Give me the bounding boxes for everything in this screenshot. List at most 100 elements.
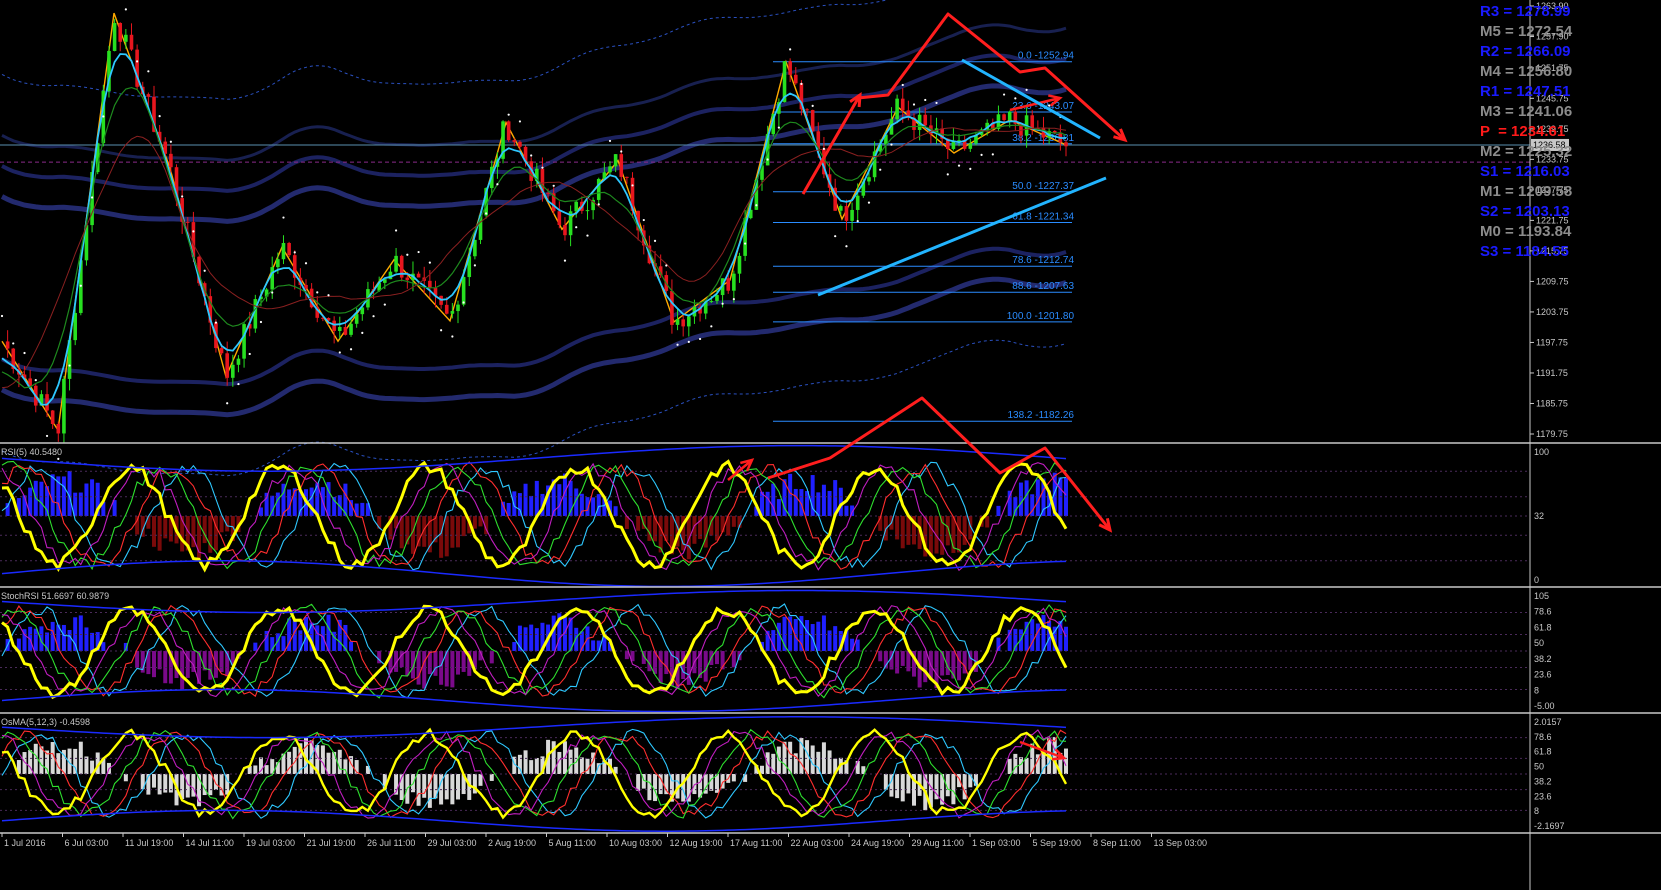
histogram-bar	[591, 497, 596, 516]
histogram-bar	[78, 492, 83, 516]
histogram-bar	[360, 502, 365, 516]
candle-body	[118, 22, 123, 42]
histogram-bar	[39, 746, 44, 774]
histogram-bar	[450, 651, 455, 688]
sar-dot	[271, 291, 274, 294]
time-tick-label: 13 Sep 03:00	[1154, 838, 1208, 848]
pivot-equals-sign: =	[1500, 23, 1518, 40]
sar-dot	[124, 8, 127, 11]
histogram-bar	[568, 749, 573, 774]
sar-dot	[0, 314, 4, 318]
histogram-bar	[1018, 482, 1023, 516]
sar-dot	[631, 184, 634, 187]
sar-dot	[957, 164, 961, 167]
histogram-bar	[664, 651, 669, 675]
sar-dot	[507, 113, 510, 116]
pivot-level-value: 1184.55	[1515, 243, 1569, 260]
histogram-bar	[731, 774, 736, 782]
time-tick-label: 26 Jul 11:00	[367, 838, 415, 848]
histogram-bar	[433, 651, 438, 676]
indicator-tick-label: 32	[1534, 511, 1544, 521]
histogram-bar	[636, 516, 641, 531]
sar-dot	[1002, 93, 1006, 96]
sar-dot	[845, 245, 848, 248]
histogram-bar	[900, 516, 905, 549]
histogram-bar	[320, 745, 325, 774]
histogram-bar	[653, 774, 658, 802]
histogram-bar	[157, 516, 162, 551]
candle-body	[867, 177, 871, 182]
histogram-bar	[636, 774, 641, 791]
candle-body	[687, 316, 691, 327]
histogram-bar	[821, 615, 826, 651]
pivot-level-value: 1278.99	[1516, 3, 1571, 20]
indicator-tick-label: 50	[1534, 762, 1544, 772]
sar-dot	[90, 196, 94, 199]
time-tick-label: 2 Aug 19:00	[488, 838, 536, 848]
candle-body	[337, 327, 342, 331]
candle-body	[619, 154, 624, 177]
histogram-bar	[78, 741, 83, 774]
sar-dot	[462, 301, 465, 304]
candle-body	[805, 109, 809, 111]
sar-dot	[744, 242, 747, 245]
sar-dot	[473, 264, 476, 267]
candle-body	[124, 34, 128, 42]
indicator-title: StochRSI 51.6697 60.9879	[1, 591, 109, 601]
sar-dot	[417, 250, 420, 254]
histogram-bar	[855, 639, 860, 651]
candle-body	[1002, 114, 1006, 120]
sar-dot	[755, 204, 758, 207]
candle-body	[675, 319, 680, 325]
candle-body	[1064, 142, 1068, 147]
histogram-bar	[743, 774, 748, 782]
histogram-bar	[456, 651, 460, 675]
time-tick-label: 14 Jul 11:00	[186, 838, 234, 848]
histogram-bar	[1030, 619, 1035, 651]
sar-dot	[766, 158, 769, 161]
histogram-bar	[152, 774, 156, 788]
histogram-bar	[84, 756, 89, 774]
sar-dot	[338, 351, 341, 354]
sar-dot	[642, 218, 645, 222]
histogram-bar	[844, 505, 849, 516]
candle-body	[1030, 115, 1035, 129]
price-chart[interactable]: 0.0 -1252.9423.6 -1243.0738.2 -1236.8150…	[0, 0, 1661, 890]
histogram-bar	[191, 774, 196, 797]
histogram-bar	[821, 484, 826, 516]
candle-body	[354, 314, 359, 324]
histogram-bar	[439, 516, 444, 558]
histogram-bar	[253, 642, 258, 651]
histogram-bar	[647, 774, 652, 801]
candle-body	[839, 206, 843, 211]
price-tick-label: 1197.75	[1536, 337, 1568, 347]
candle-body	[968, 143, 973, 149]
sar-dot	[563, 259, 567, 262]
histogram-bar	[332, 751, 337, 774]
histogram-bar	[478, 774, 483, 786]
pivot-level-label: M4	[1480, 63, 1501, 80]
indicator-title: OsMA(5,12,3) -0.4598	[1, 717, 90, 727]
time-tick-label: 21 Jul 19:00	[307, 838, 356, 848]
histogram-bar	[61, 476, 66, 516]
histogram-bar	[585, 758, 590, 774]
histogram-bar	[298, 630, 303, 651]
histogram-bar	[512, 491, 517, 516]
time-tick-label: 29 Aug 11:00	[912, 838, 964, 848]
candle-body	[349, 323, 353, 335]
pivot-level-label: M1	[1480, 183, 1501, 200]
time-tick-label: 24 Aug 19:00	[851, 838, 904, 848]
pivot-level-value: 1193.84	[1517, 223, 1572, 240]
histogram-bar	[152, 651, 156, 678]
sar-dot	[710, 325, 713, 328]
histogram-bar	[315, 625, 320, 651]
histogram-bar	[534, 757, 539, 774]
sar-dot	[856, 220, 859, 223]
candle-body	[732, 273, 736, 291]
indicator-tick-label: 0	[1534, 575, 1539, 585]
time-tick-label: 12 Aug 19:00	[670, 838, 723, 848]
sar-dot	[530, 154, 533, 157]
sar-dot	[946, 173, 949, 176]
fib-label: 88.6 -1207.63	[1012, 281, 1074, 292]
candle-body	[276, 259, 280, 268]
